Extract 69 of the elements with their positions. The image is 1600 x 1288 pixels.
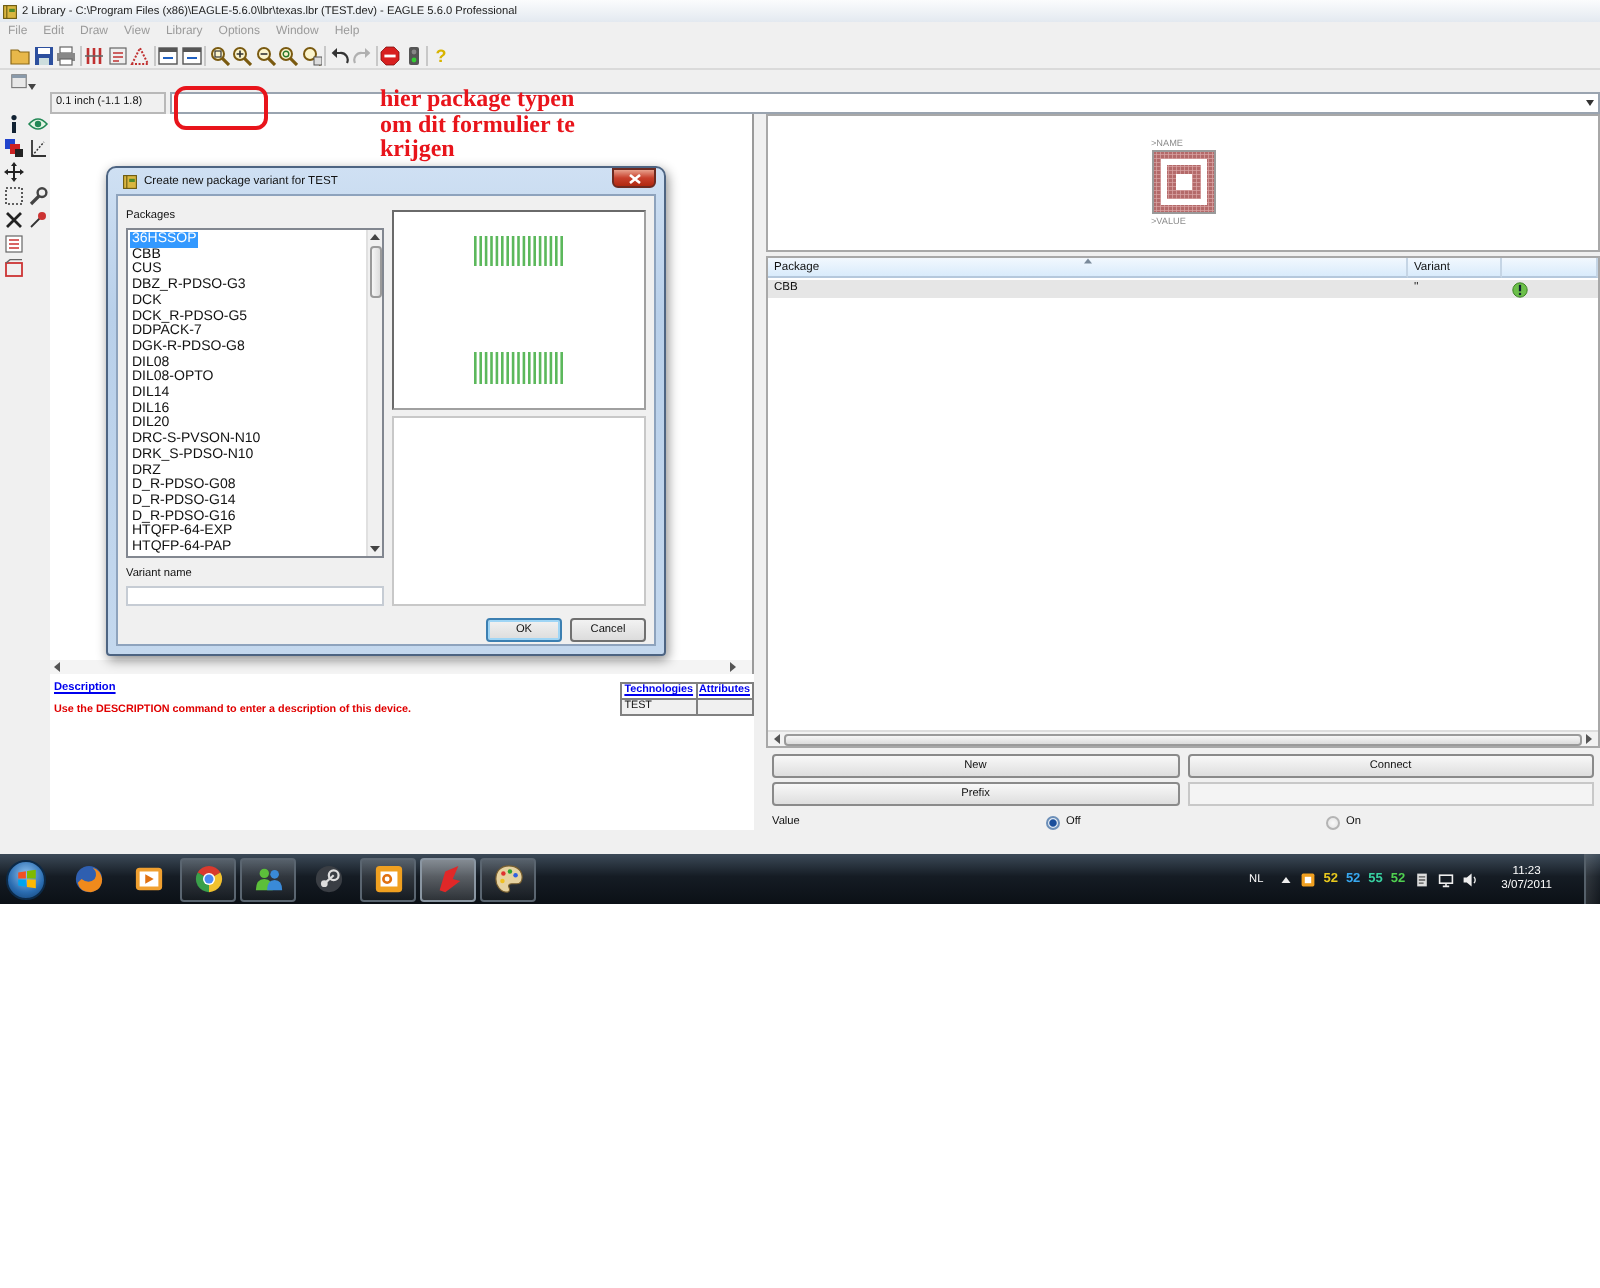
radio-button[interactable]	[1046, 815, 1060, 829]
radio-button[interactable]	[1326, 815, 1340, 829]
horizontal-scrollbar[interactable]	[50, 660, 754, 674]
window-icon[interactable]	[158, 45, 178, 65]
layers-icon[interactable]	[4, 138, 24, 158]
eye-icon[interactable]	[28, 114, 48, 134]
left-arrow-icon[interactable]	[774, 734, 780, 744]
document-icon[interactable]	[1413, 871, 1430, 887]
globe-icon	[73, 864, 103, 894]
book-icon	[122, 173, 138, 189]
zoom-refresh-icon[interactable]	[278, 45, 298, 65]
scrollbar-thumb[interactable]	[369, 246, 381, 298]
ring-icon	[193, 864, 223, 894]
taskbar-button[interactable]	[240, 857, 296, 901]
play-icon	[133, 864, 163, 894]
caret-icon[interactable]	[28, 84, 36, 90]
tile-icon	[373, 864, 403, 894]
zoom-select-icon[interactable]	[301, 45, 321, 65]
traffic-light-icon[interactable]	[403, 45, 423, 65]
annotation-text: hier package typen om dit formulier te krijgen	[380, 86, 577, 161]
frame-icon[interactable]	[4, 258, 24, 278]
flag-icon	[15, 868, 37, 890]
close-button[interactable]	[612, 168, 656, 188]
taskbar-button[interactable]	[360, 857, 416, 901]
start-button[interactable]	[6, 859, 46, 899]
bars-icon[interactable]	[84, 45, 104, 65]
linkage-icon	[313, 864, 343, 894]
move-icon[interactable]	[4, 162, 24, 182]
input-field[interactable]	[126, 586, 384, 606]
save-icon[interactable]	[33, 45, 53, 65]
selection-icon[interactable]	[4, 186, 24, 206]
square-icon[interactable]	[1299, 871, 1316, 887]
triangle-icon[interactable]	[1279, 873, 1292, 885]
taskbar-button[interactable]	[480, 857, 536, 901]
close-icon	[627, 173, 641, 183]
window-icon[interactable]	[10, 73, 28, 89]
right-arrow-icon[interactable]	[730, 662, 736, 672]
show-desktop-button[interactable]	[1584, 854, 1600, 904]
vertical-scrollbar[interactable]	[366, 230, 382, 556]
window-icon[interactable]	[181, 45, 201, 65]
left-arrow-icon[interactable]	[54, 662, 60, 672]
zoom-in-icon[interactable]	[232, 45, 252, 65]
wrench-icon[interactable]	[28, 186, 48, 206]
exclamation-icon	[1512, 281, 1528, 297]
command-field[interactable]	[170, 92, 1600, 114]
pin-icon[interactable]	[28, 210, 48, 230]
book-icon	[2, 3, 18, 19]
taskbar-button[interactable]	[180, 857, 236, 901]
monitor-icon[interactable]	[1437, 871, 1454, 887]
annotation-outline	[174, 86, 268, 130]
caret-icon[interactable]	[1586, 100, 1594, 106]
package-list[interactable]	[126, 228, 384, 558]
prefix-field[interactable]	[1187, 782, 1594, 806]
right-arrow-icon[interactable]	[1586, 734, 1592, 744]
zoom-out-icon[interactable]	[255, 45, 275, 65]
zoom-fit-icon[interactable]	[209, 45, 229, 65]
people-icon	[253, 864, 283, 894]
sort-arrow-icon	[1084, 258, 1092, 264]
stop-icon[interactable]	[380, 45, 400, 65]
cross-icon[interactable]	[4, 210, 24, 230]
print-icon[interactable]	[56, 45, 76, 65]
palette-icon	[493, 864, 523, 894]
speaker-icon[interactable]	[1461, 871, 1478, 887]
up-arrow-icon[interactable]	[370, 234, 380, 240]
axes-icon[interactable]	[28, 138, 48, 158]
symbol-drawing	[1151, 150, 1215, 214]
scrollbar-thumb[interactable]	[784, 733, 1582, 745]
down-arrow-icon[interactable]	[370, 546, 380, 552]
undo-icon[interactable]	[329, 45, 349, 65]
